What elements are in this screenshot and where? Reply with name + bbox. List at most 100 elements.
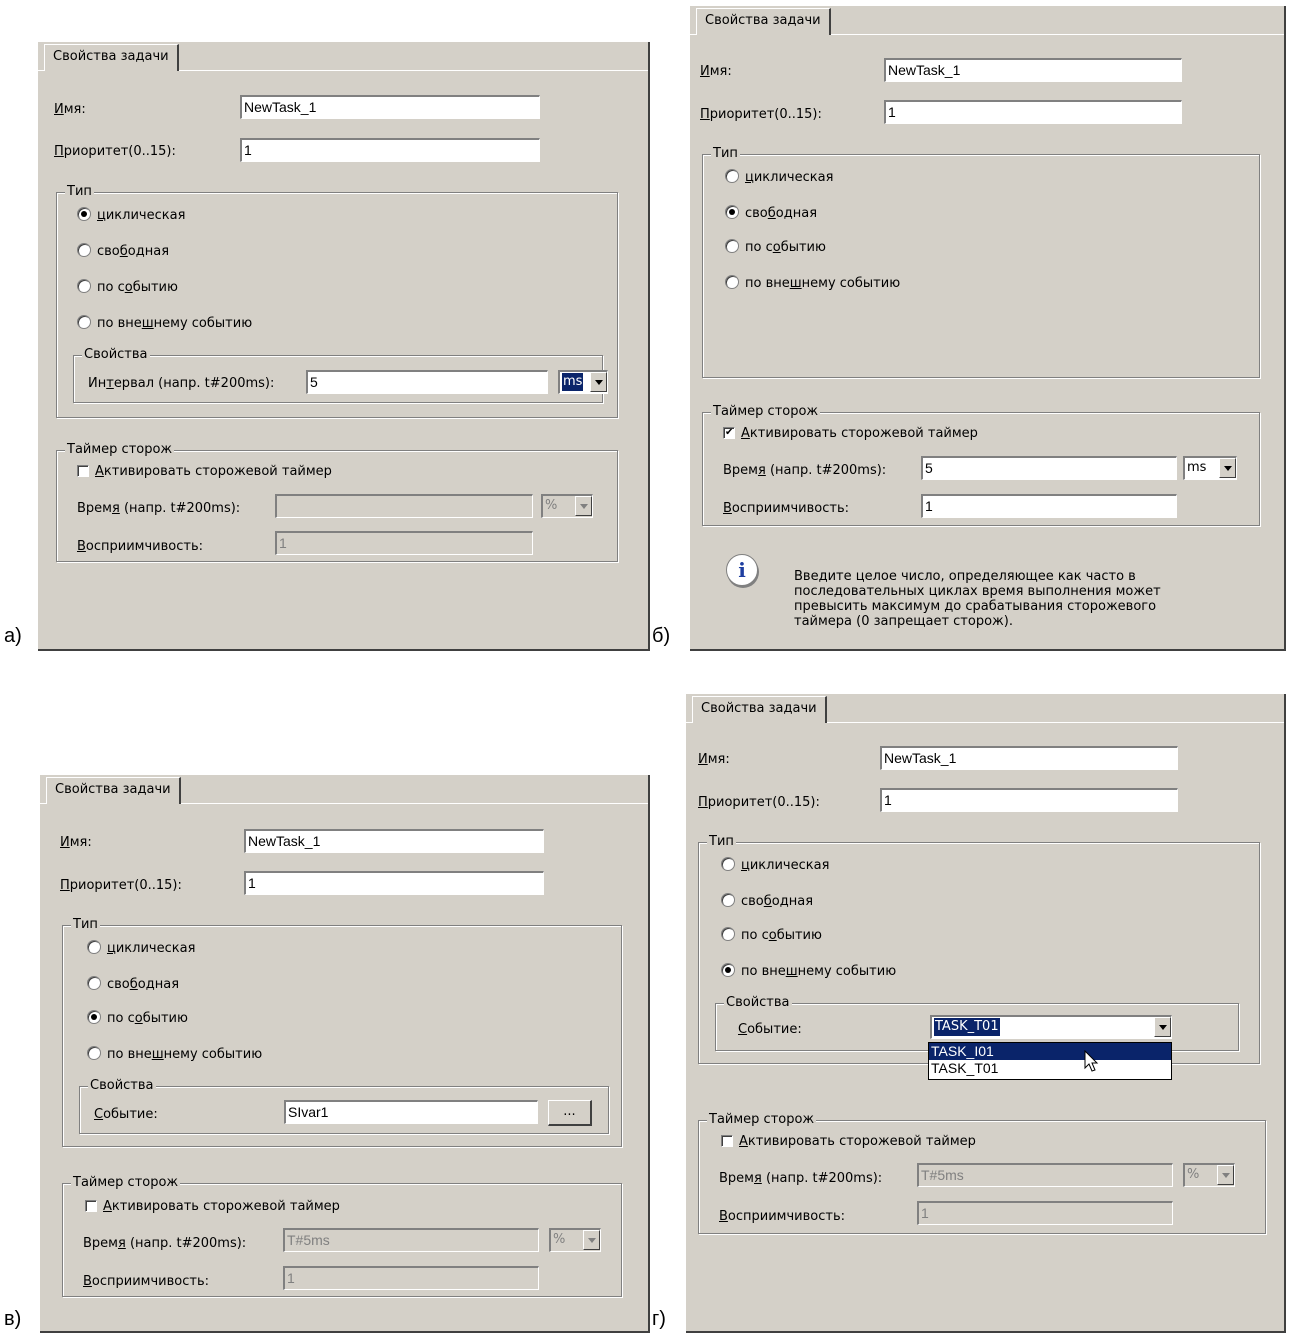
time-label: Время (напр. t#200ms):	[83, 1236, 247, 1251]
priority-field[interactable]: 1	[884, 100, 1182, 124]
sensitivity-field[interactable]: 1	[275, 531, 533, 555]
watchdog-checkbox[interactable]: Активировать сторожевой таймер	[77, 463, 332, 481]
time-label: Время (напр. t#200ms):	[723, 463, 887, 478]
time-field[interactable]: T#5ms	[283, 1228, 539, 1252]
watchdog-group-title: Таймер сторож	[707, 1112, 817, 1128]
radio-cyclic[interactable]: циклическая	[721, 857, 829, 875]
watchdog-checkbox[interactable]: Активировать сторожевой таймер	[723, 425, 978, 443]
name-label: Имя:	[698, 752, 730, 767]
event-option[interactable]: TASK_I01	[929, 1043, 1171, 1060]
chevron-down-icon[interactable]	[583, 1230, 600, 1250]
radio-button-icon	[725, 239, 739, 253]
time-unit-combo[interactable]: %	[541, 494, 593, 518]
time-unit-combo[interactable]: %	[1183, 1163, 1235, 1187]
chevron-down-icon[interactable]	[575, 496, 592, 516]
radio-button-icon	[87, 976, 101, 990]
watchdog-group: Таймер сторож Активировать сторожевой та…	[698, 1112, 1266, 1234]
radio-cyclic[interactable]: циклическая	[87, 940, 195, 958]
radio-external-event[interactable]: по внешнему событию	[721, 963, 896, 981]
watchdog-group: Таймер сторож Активировать сторожевой та…	[56, 442, 618, 562]
radio-event[interactable]: по событию	[721, 927, 822, 945]
checkbox-icon	[721, 1135, 733, 1147]
time-unit-value: ms	[1187, 460, 1207, 475]
time-unit-value: %	[1187, 1167, 1200, 1182]
radio-free[interactable]: свободная	[721, 893, 813, 911]
event-label: Событие:	[738, 1022, 802, 1037]
radio-free[interactable]: свободная	[87, 976, 179, 994]
name-field[interactable]: NewTask_1	[240, 95, 540, 119]
tab-strip: Свойства задачи	[690, 6, 1284, 35]
sensitivity-field[interactable]: 1	[283, 1266, 539, 1290]
event-option[interactable]: TASK_T01	[929, 1060, 1171, 1077]
time-unit-combo[interactable]: ms	[1183, 456, 1237, 480]
type-group: Тип циклическая свободная по событию по …	[56, 184, 618, 418]
type-group: Тип циклическая свободная по событию по …	[702, 146, 1260, 378]
name-field[interactable]: NewTask_1	[884, 58, 1182, 82]
props-group: Свойства Событие: SIvar1 ...	[79, 1078, 609, 1134]
time-unit-value: %	[553, 1232, 566, 1247]
watchdog-checkbox[interactable]: Активировать сторожевой таймер	[85, 1198, 340, 1216]
props-group-title: Свойства	[82, 347, 150, 363]
tab-strip: Свойства задачи	[40, 775, 648, 804]
name-field[interactable]: NewTask_1	[880, 746, 1178, 770]
name-label: Имя:	[700, 64, 732, 79]
priority-label: Приоритет(0..15):	[60, 878, 182, 893]
tab-strip: Свойства задачи	[686, 694, 1284, 723]
event-combo[interactable]: TASK_T01	[930, 1015, 1172, 1039]
priority-field[interactable]: 1	[244, 871, 544, 895]
radio-cyclic[interactable]: циклическая	[77, 207, 185, 225]
panel-c-letter: в)	[4, 1308, 22, 1330]
panel-d-letter: г)	[652, 1308, 666, 1330]
interval-field[interactable]: 5	[306, 370, 548, 394]
radio-free[interactable]: свободная	[725, 205, 817, 223]
task-properties-panel-d: Свойства задачи Имя: NewTask_1 Приоритет…	[686, 694, 1286, 1333]
watchdog-group: Таймер сторож Активировать сторожевой та…	[702, 404, 1260, 526]
tab-task-properties[interactable]: Свойства задачи	[696, 8, 831, 35]
radio-cyclic[interactable]: циклическая	[725, 169, 833, 187]
name-field[interactable]: NewTask_1	[244, 829, 544, 853]
chevron-down-icon[interactable]	[1154, 1017, 1171, 1037]
type-group-title: Тип	[707, 834, 736, 850]
tab-task-properties[interactable]: Свойства задачи	[46, 777, 181, 804]
chevron-down-icon[interactable]	[1219, 458, 1236, 478]
priority-field[interactable]: 1	[880, 788, 1178, 812]
event-value: TASK_T01	[934, 1018, 1000, 1036]
time-field[interactable]: 5	[921, 456, 1177, 480]
radio-event[interactable]: по событию	[725, 239, 826, 257]
radio-external-event[interactable]: по внешнему событию	[77, 315, 252, 333]
browse-button[interactable]: ...	[548, 1100, 592, 1126]
time-field[interactable]: T#5ms	[917, 1163, 1173, 1187]
tab-task-properties[interactable]: Свойства задачи	[692, 696, 827, 723]
interval-unit-combo[interactable]: ms	[558, 370, 608, 394]
mouse-pointer-icon	[1084, 1050, 1099, 1072]
info-icon: i	[726, 554, 758, 586]
info-text: Введите целое число, определяющее как ча…	[794, 569, 1161, 629]
props-group-title: Свойства	[88, 1078, 156, 1094]
radio-event[interactable]: по событию	[87, 1010, 188, 1028]
tab-strip: Свойства задачи	[38, 42, 648, 71]
chevron-down-icon[interactable]	[1217, 1165, 1234, 1185]
task-properties-panel-b: Свойства задачи Имя: NewTask_1 Приоритет…	[690, 6, 1286, 651]
radio-button-icon	[725, 205, 739, 219]
sensitivity-label: Восприимчивость:	[77, 539, 203, 554]
radio-free[interactable]: свободная	[77, 243, 169, 261]
time-field[interactable]	[275, 494, 533, 518]
sensitivity-field[interactable]: 1	[921, 494, 1177, 518]
chevron-down-icon[interactable]	[590, 372, 607, 392]
radio-external-event[interactable]: по внешнему событию	[725, 275, 900, 293]
checkbox-icon	[77, 465, 89, 477]
tab-task-properties[interactable]: Свойства задачи	[44, 44, 179, 71]
event-field[interactable]: SIvar1	[284, 1100, 538, 1124]
checkbox-checked-icon	[723, 427, 735, 439]
sensitivity-field[interactable]: 1	[917, 1201, 1173, 1225]
time-unit-combo[interactable]: %	[549, 1228, 601, 1252]
radio-external-event[interactable]: по внешнему событию	[87, 1046, 262, 1064]
priority-field[interactable]: 1	[240, 138, 540, 162]
radio-button-icon	[87, 1046, 101, 1060]
event-dropdown-list: TASK_I01 TASK_T01	[928, 1042, 1172, 1080]
radio-button-icon	[87, 1010, 101, 1024]
watchdog-checkbox[interactable]: Активировать сторожевой таймер	[721, 1133, 976, 1151]
radio-event[interactable]: по событию	[77, 279, 178, 297]
priority-label: Приоритет(0..15):	[700, 107, 822, 122]
watchdog-group-title: Таймер сторож	[71, 1175, 181, 1191]
